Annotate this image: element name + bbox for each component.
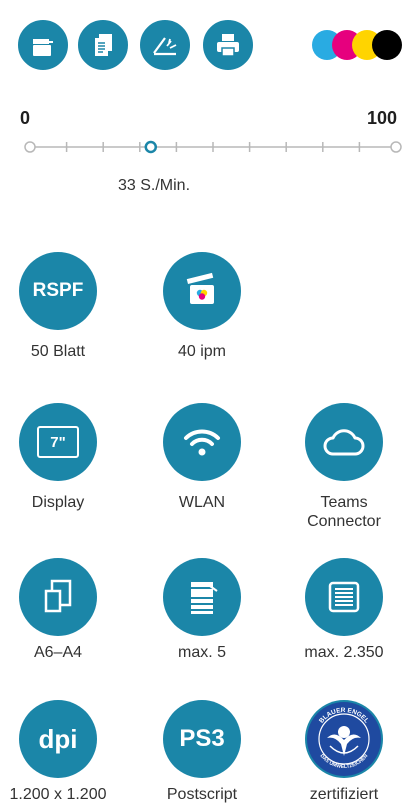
mfp-trays-icon	[191, 582, 218, 614]
trays-label: max. 5	[177, 644, 226, 661]
trays-badge	[163, 558, 241, 636]
paper-size-label: A6–A4	[33, 644, 83, 661]
display-label: Display	[31, 494, 85, 511]
document-stack-icon	[95, 34, 112, 56]
print-function-icon	[201, 18, 255, 72]
scale-end-marker	[390, 141, 402, 153]
copy-icon	[33, 39, 53, 56]
blauer-engel-seal: BLAUER ENGEL DAS UMWELTZEICHEN	[305, 700, 383, 778]
cloud-icon	[323, 429, 365, 456]
wifi-icon	[184, 429, 220, 456]
teams-label-line2: Connector	[307, 513, 381, 530]
speed-value-marker	[144, 140, 158, 154]
postscript-badge: PS3	[163, 700, 241, 778]
document-function-icon	[76, 18, 130, 72]
scale-max-label: 100	[367, 108, 398, 128]
scan-speed-label: 40 ipm	[177, 343, 227, 360]
capacity-badge	[305, 558, 383, 636]
rspf-badge: RSPF	[19, 252, 97, 330]
paper-size-badge	[19, 558, 97, 636]
capacity-label: max. 2.350	[304, 644, 384, 661]
rspf-badge-text: RSPF	[32, 280, 84, 301]
ps3-badge-text: PS3	[179, 725, 225, 752]
eco-label: zertifiziert	[309, 786, 379, 803]
postscript-label: Postscript	[166, 786, 238, 803]
scale-start-marker	[24, 141, 36, 153]
resolution-label: 1.200 x 1.200	[9, 786, 107, 803]
speed-value-label: 33 S./Min.	[117, 177, 191, 194]
resolution-badge: dpi	[19, 700, 97, 778]
wlan-label: WLAN	[178, 494, 226, 511]
printer-icon	[217, 34, 239, 57]
display-badge: 7"	[19, 403, 97, 481]
cmyk-color-dots	[312, 30, 404, 60]
paper-stack-icon	[328, 581, 360, 613]
scale-min-label: 0	[20, 108, 31, 128]
scanner-icon	[153, 37, 177, 56]
scan-function-icon	[138, 18, 192, 72]
display-icon: 7"	[37, 426, 79, 458]
teams-label-line1: Teams	[320, 494, 368, 511]
display-size-text: 7"	[50, 433, 66, 451]
blue-angel-logo: BLAUER ENGEL DAS UMWELTZEICHEN	[307, 702, 381, 776]
rspf-label: 50 Blatt	[30, 343, 86, 360]
black-dot	[372, 30, 402, 60]
teams-badge	[305, 403, 383, 481]
wlan-badge	[163, 403, 241, 481]
speed-scale	[24, 140, 402, 154]
copy-function-icon	[16, 18, 70, 72]
dpi-badge-text: dpi	[38, 723, 78, 754]
paper-size-icon	[44, 579, 72, 613]
scan-speed-badge	[163, 252, 241, 330]
color-scan-icon	[186, 272, 214, 304]
